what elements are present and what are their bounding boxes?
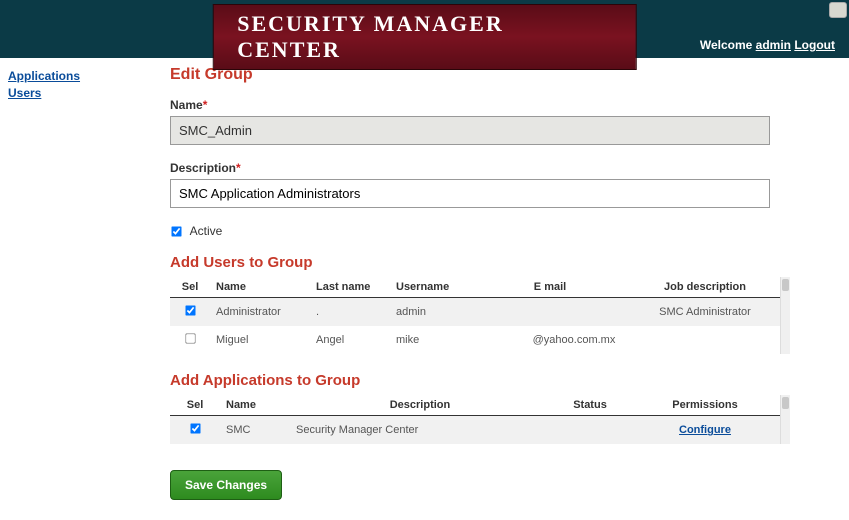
name-label: Name* — [170, 98, 819, 112]
col-sel: Sel — [170, 395, 220, 416]
description-label: Description* — [170, 161, 819, 175]
configure-link[interactable]: Configure — [679, 424, 731, 436]
apps-table-wrap: Sel Name Description Status Permissions … — [170, 395, 780, 444]
app-title: SECURITY MANAGER CENTER — [237, 11, 503, 62]
users-table: Sel Name Last name Username E mail Job d… — [170, 277, 780, 354]
users-section-title: Add Users to Group — [170, 254, 819, 271]
col-email: E mail — [470, 277, 630, 298]
logout-link[interactable]: Logout — [794, 38, 835, 52]
cell-perms: Configure — [630, 416, 780, 445]
apps-table: Sel Name Description Status Permissions … — [170, 395, 780, 444]
cell-name: Administrator — [210, 298, 310, 327]
active-row: Active — [170, 224, 819, 238]
user-link[interactable]: admin — [756, 38, 791, 52]
col-status: Status — [550, 395, 630, 416]
cell-last: Angel — [310, 326, 390, 354]
col-perms: Permissions — [630, 395, 780, 416]
col-last: Last name — [310, 277, 390, 298]
banner-title-wrap: SECURITY MANAGER CENTER — [212, 4, 637, 70]
main-content: Edit Group Name* Description* Active Add… — [160, 58, 849, 520]
description-field: Description* — [170, 161, 819, 208]
col-sel: Sel — [170, 277, 210, 298]
col-job: Job description — [630, 277, 780, 298]
description-input[interactable] — [170, 179, 770, 208]
row-checkbox[interactable] — [185, 334, 195, 344]
cell-last: . — [310, 298, 390, 327]
row-checkbox[interactable] — [190, 424, 200, 434]
banner-user-area: Welcome admin Logout — [700, 38, 835, 52]
cell-job — [630, 326, 780, 354]
apps-section-title: Add Applications to Group — [170, 372, 819, 389]
cell-desc: Security Manager Center — [290, 416, 550, 445]
cell-name: Miguel — [210, 326, 310, 354]
cell-status — [550, 416, 630, 445]
col-name: Name — [210, 277, 310, 298]
sidebar-item-users[interactable]: Users — [8, 85, 152, 102]
cell-email — [470, 298, 630, 327]
sidebar: Applications Users — [0, 58, 160, 520]
cell-user: mike — [390, 326, 470, 354]
col-desc: Description — [290, 395, 550, 416]
welcome-text: Welcome — [700, 38, 756, 52]
table-row: SMC Security Manager Center Configure — [170, 416, 780, 445]
cell-name: SMC — [220, 416, 290, 445]
name-input[interactable] — [170, 116, 770, 145]
active-label: Active — [190, 224, 223, 238]
corner-tab-icon[interactable] — [829, 2, 847, 18]
active-checkbox[interactable] — [171, 227, 181, 237]
table-row: Miguel Angel mike @yahoo.com.mx — [170, 326, 780, 354]
row-checkbox[interactable] — [185, 306, 195, 316]
col-name: Name — [220, 395, 290, 416]
users-table-wrap: Sel Name Last name Username E mail Job d… — [170, 277, 780, 354]
sidebar-item-applications[interactable]: Applications — [8, 68, 152, 85]
cell-job: SMC Administrator — [630, 298, 780, 327]
cell-email: @yahoo.com.mx — [470, 326, 630, 354]
cell-user: admin — [390, 298, 470, 327]
table-row: Administrator . admin SMC Administrator — [170, 298, 780, 327]
col-user: Username — [390, 277, 470, 298]
scrollbar[interactable] — [780, 395, 790, 444]
name-field: Name* — [170, 98, 819, 145]
scrollbar[interactable] — [780, 277, 790, 354]
save-button[interactable]: Save Changes — [170, 470, 282, 500]
app-banner: SECURITY MANAGER CENTER Welcome admin Lo… — [0, 0, 849, 58]
